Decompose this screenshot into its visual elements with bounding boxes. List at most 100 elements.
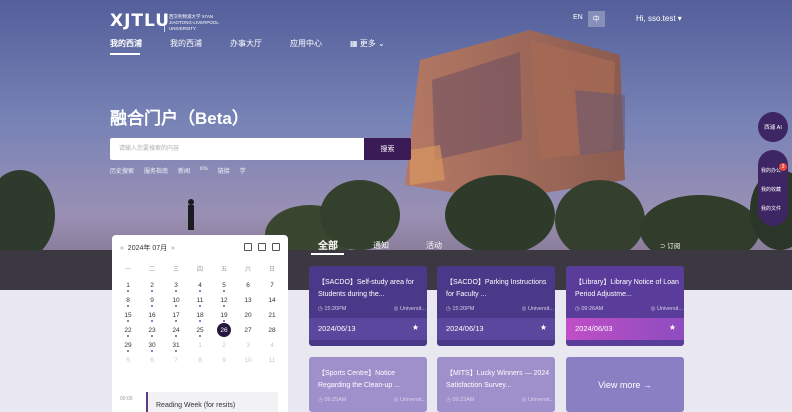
star-icon[interactable]: ★: [412, 323, 419, 332]
calendar-day[interactable]: 31: [164, 338, 188, 353]
tab-all[interactable]: 全部: [318, 237, 338, 252]
calendar-day[interactable]: 2: [212, 338, 236, 353]
calendar-day[interactable]: 7: [164, 353, 188, 368]
calendar-day[interactable]: 22: [116, 323, 140, 338]
xjtlu-logo[interactable]: XJTLU: [110, 11, 170, 31]
card-time: ◷ 09:26AM: [575, 306, 604, 312]
calendar-day[interactable]: 5: [212, 278, 236, 293]
card-footer: 2024/06/13 ★: [437, 318, 555, 340]
history-item[interactable]: 新闻: [178, 166, 190, 175]
calendar-day[interactable]: 9: [140, 293, 164, 308]
news-card[interactable]: 【Sports Centre】Notice Regarding the Clea…: [309, 357, 427, 412]
calendar-day[interactable]: 30: [140, 338, 164, 353]
history-item[interactable]: 链接: [218, 166, 230, 175]
calendar-day[interactable]: 7: [260, 278, 284, 293]
subscribe-button[interactable]: ⊃ 订阅: [660, 240, 680, 250]
calendar-day[interactable]: 8: [188, 353, 212, 368]
calendar-add-icon[interactable]: [258, 243, 266, 251]
calendar-day[interactable]: 4: [188, 278, 212, 293]
user-menu[interactable]: Hi, sso.test ▾: [636, 14, 682, 23]
prev-month-button[interactable]: «: [120, 245, 124, 252]
nav-more[interactable]: ▦ 更多 ⌄: [350, 38, 385, 49]
calendar-day[interactable]: 21: [260, 308, 284, 323]
calendar-day[interactable]: 18: [188, 308, 212, 323]
calendar-grid: 一 二 三 四 五 六 日 1 2 3 4 5 6 7 8 9 10 11 12…: [116, 263, 284, 368]
news-card[interactable]: 【Library】Library Notice of Loan Period A…: [566, 266, 684, 346]
calendar-day[interactable]: 11: [260, 353, 284, 368]
calendar-day[interactable]: 29: [116, 338, 140, 353]
ai-button[interactable]: 西浦 AI: [758, 112, 788, 142]
calendar-day[interactable]: 20: [236, 308, 260, 323]
search-button[interactable]: 搜索: [364, 138, 411, 160]
star-icon[interactable]: ★: [669, 323, 676, 332]
calendar-day[interactable]: 25: [188, 323, 212, 338]
week-row: 8 9 10 11 12 13 14: [116, 293, 284, 308]
nav-my-xjtlu-2[interactable]: 我的西浦: [170, 38, 202, 49]
card-date: 2024/06/13: [318, 324, 356, 333]
history-item[interactable]: ins: [200, 166, 208, 175]
calendar-day[interactable]: 8: [116, 293, 140, 308]
card-title: 【Sports Centre】Notice Regarding the Clea…: [318, 370, 401, 389]
star-icon[interactable]: ★: [540, 323, 547, 332]
calendar-day[interactable]: 19: [212, 308, 236, 323]
calendar-day[interactable]: 23: [140, 323, 164, 338]
history-item[interactable]: 服务指南: [144, 166, 168, 175]
list-icon[interactable]: [272, 243, 280, 251]
bookmark-icon[interactable]: [244, 243, 252, 251]
news-card[interactable]: 【SACDO】Self-study area for Students duri…: [309, 266, 427, 346]
next-month-button[interactable]: »: [171, 245, 175, 252]
today-label: 26: [220, 327, 228, 334]
card-date: 2024/06/13: [446, 324, 484, 333]
card-source: ◎ Universit...: [521, 306, 554, 312]
calendar-day-today[interactable]: 26: [212, 323, 236, 338]
calendar-event[interactable]: Reading Week (for resits): [146, 392, 278, 412]
side-item-files[interactable]: 我的文件: [761, 205, 781, 212]
card-meta: ◷ 15:20PM ◎ Universit...: [318, 306, 426, 312]
lang-zh[interactable]: 中: [587, 11, 605, 27]
calendar-day[interactable]: 3: [236, 338, 260, 353]
news-card[interactable]: 【SACDO】Parking Instructions for Faculty …: [437, 266, 555, 346]
calendar-day[interactable]: 28: [260, 323, 284, 338]
page-title: 融合门户（Beta）: [110, 109, 249, 128]
calendar-day[interactable]: 10: [236, 353, 260, 368]
nav-service-hall[interactable]: 办事大厅: [230, 38, 262, 49]
calendar-day[interactable]: 5: [116, 353, 140, 368]
card-meta: ◷ 15:20PM ◎ Universit...: [446, 306, 554, 312]
calendar-day[interactable]: 14: [260, 293, 284, 308]
calendar-day[interactable]: 11: [188, 293, 212, 308]
week-row: 1 2 3 4 5 6 7: [116, 278, 284, 293]
calendar-day[interactable]: 1: [188, 338, 212, 353]
card-time: ◷ 09:25AM: [318, 397, 347, 403]
week-row: 29 30 31 1 2 3 4: [116, 338, 284, 353]
view-more-button[interactable]: View more →: [566, 357, 684, 412]
calendar-day[interactable]: 17: [164, 308, 188, 323]
side-item-favorites[interactable]: 我的收藏: [761, 186, 781, 193]
calendar-day[interactable]: 3: [164, 278, 188, 293]
history-item[interactable]: 学: [240, 166, 246, 175]
calendar-day[interactable]: 15: [116, 308, 140, 323]
calendar-day[interactable]: 1: [116, 278, 140, 293]
calendar-day[interactable]: 6: [140, 353, 164, 368]
calendar-day[interactable]: 13: [236, 293, 260, 308]
tab-notices[interactable]: 通知: [373, 240, 389, 251]
search-input[interactable]: [110, 138, 364, 160]
calendar-day[interactable]: 27: [236, 323, 260, 338]
tab-events[interactable]: 活动: [426, 240, 442, 251]
news-card[interactable]: 【MITS】Lucky Winners — 2024 Satisfaction …: [437, 357, 555, 412]
calendar-day[interactable]: 12: [212, 293, 236, 308]
nav-my-xjtlu[interactable]: 我的西浦: [110, 38, 142, 49]
calendar-day[interactable]: 9: [212, 353, 236, 368]
nav-active-indicator: [110, 53, 140, 55]
calendar-day[interactable]: 16: [140, 308, 164, 323]
calendar-day[interactable]: 6: [236, 278, 260, 293]
calendar-day[interactable]: 10: [164, 293, 188, 308]
calendar-day[interactable]: 24: [164, 323, 188, 338]
card-source: ◎ Universit...: [393, 397, 426, 403]
side-item-office[interactable]: 我的办公: [761, 167, 781, 174]
lang-en[interactable]: EN: [568, 11, 588, 27]
card-source: ◎ Universit...: [393, 306, 426, 312]
nav-app-center[interactable]: 应用中心: [290, 38, 322, 49]
calendar-day[interactable]: 4: [260, 338, 284, 353]
logo-subtitle: 西交利物浦大学 XI'AN JIAOTONG-LIVERPOOL UNIVERS…: [164, 14, 224, 32]
calendar-day[interactable]: 2: [140, 278, 164, 293]
